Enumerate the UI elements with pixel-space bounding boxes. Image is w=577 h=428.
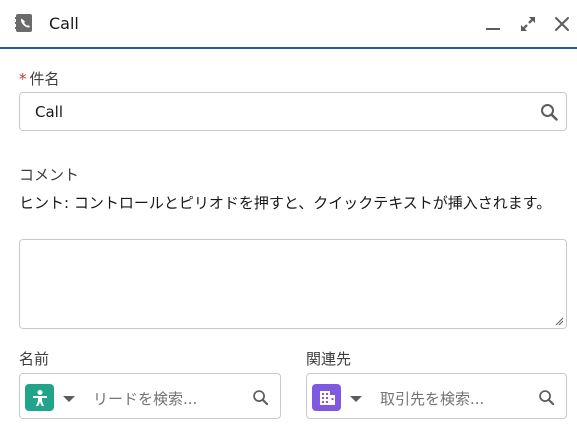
search-icon[interactable] (252, 389, 269, 406)
panel-title: Call (49, 14, 79, 33)
building-icon (319, 390, 335, 405)
close-button[interactable] (550, 12, 574, 36)
name-label: 名前 (19, 350, 50, 368)
related-placeholder: 取引先を検索... (380, 390, 485, 408)
minimize-button[interactable] (481, 12, 505, 36)
call-log-icon (15, 14, 32, 32)
related-lookup[interactable]: 取引先を検索... (306, 373, 567, 419)
subject-input[interactable]: Call (19, 92, 567, 131)
account-icon[interactable] (312, 384, 341, 411)
minimize-icon (486, 28, 500, 30)
resize-grip-icon[interactable] (555, 317, 564, 326)
related-label: 関連先 (306, 350, 352, 368)
subject-value: Call (35, 103, 64, 121)
subject-label: * 件名 (19, 68, 60, 89)
comment-label: コメント (19, 166, 80, 184)
chevron-down-icon[interactable] (349, 394, 363, 404)
search-icon[interactable] (540, 103, 558, 121)
expand-icon (521, 17, 535, 31)
person-icon (32, 389, 47, 406)
expand-button[interactable] (516, 12, 540, 36)
name-placeholder: リードを検索... (93, 390, 198, 408)
panel-header: Call (0, 0, 577, 49)
close-icon (555, 17, 569, 31)
subject-label-text: 件名 (29, 70, 60, 88)
comment-textarea[interactable] (19, 239, 567, 329)
chevron-down-icon[interactable] (62, 394, 76, 404)
search-icon[interactable] (538, 389, 555, 406)
comment-hint: ヒント: コントロールとピリオドを押すと、クイックテキストが挿入されます。 (19, 194, 552, 212)
lead-icon[interactable] (25, 384, 54, 411)
name-lookup[interactable]: リードを検索... (19, 373, 281, 419)
required-mark: * (19, 70, 27, 88)
